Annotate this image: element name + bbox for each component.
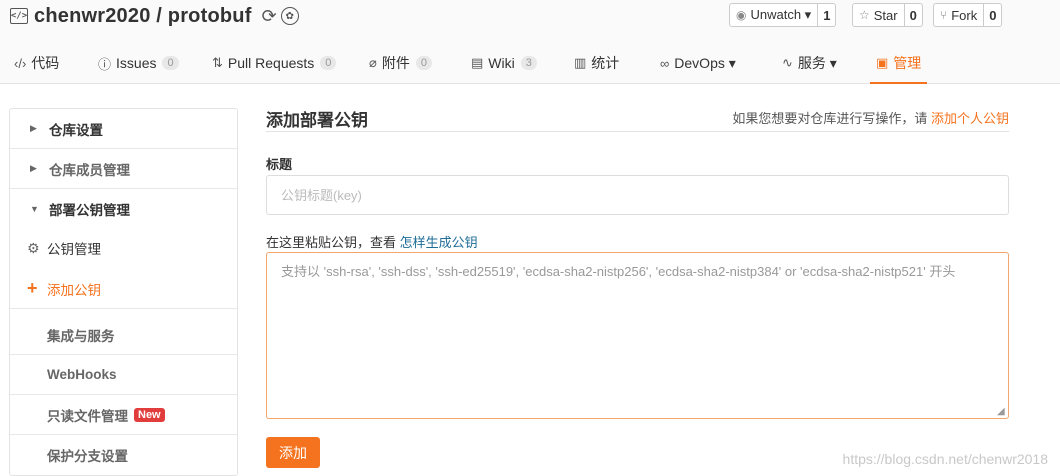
sidebar-item-label: 添加公钥 — [47, 282, 101, 298]
sidebar-item-deploy-keys[interactable]: ▼ 部署公钥管理 — [10, 189, 237, 229]
watch-group: ◉ Unwatch ▾ 1 — [729, 3, 837, 27]
tab-count: 3 — [520, 56, 537, 70]
tab-label: DevOps ▾ — [674, 54, 736, 71]
sidebar-item-label: 仓库设置 — [49, 122, 103, 138]
fork-label: Fork — [951, 7, 978, 23]
tab-attachments[interactable]: ⌀ 附件 0 — [369, 42, 432, 84]
sidebar-item-key-management[interactable]: ⚙ 公钥管理 — [10, 228, 237, 268]
fork-button[interactable]: ⑂ Fork — [933, 3, 985, 27]
caret-right-icon: ▶ — [30, 123, 37, 133]
watch-count[interactable]: 1 — [818, 3, 837, 27]
tab-services[interactable]: ∿ 服务 ▾ — [782, 42, 837, 84]
add-key-button[interactable]: 添加 — [266, 437, 320, 468]
tab-issues[interactable]: ⓘ Issues 0 — [98, 42, 179, 84]
caret-right-icon: ▶ — [30, 163, 37, 173]
how-to-generate-key-link[interactable]: 怎样生成公钥 — [400, 235, 478, 250]
star-icon: ☆ — [859, 8, 870, 22]
sidebar-item-label: 部署公钥管理 — [49, 203, 130, 218]
active-tab-underline — [870, 82, 928, 84]
key-title-input[interactable] — [266, 175, 1009, 215]
sidebar-item-label: 集成与服务 — [47, 328, 115, 344]
issue-icon: ⓘ — [98, 56, 112, 72]
repo-header: </> chenwr2020 / protobuf ⟳ ✿ ◉ Unwatch ▾… — [0, 0, 1060, 84]
personal-key-hint: 如果您想要对仓库进行写操作，请 添加个人公钥 — [732, 108, 1009, 127]
fork-icon: ⑂ — [940, 8, 948, 22]
page-title: 添加部署公钥 — [266, 111, 368, 130]
admin-icon: ▣ — [876, 55, 889, 70]
add-personal-key-link[interactable]: 添加个人公钥 — [931, 111, 1009, 126]
sidebar-item-integrations[interactable]: 集成与服务 — [10, 315, 237, 355]
sidebar-item-label: 只读文件管理 — [47, 408, 128, 424]
repo-title: </> chenwr2020 / protobuf ⟳ ✿ — [10, 3, 299, 29]
fork-count[interactable]: 0 — [984, 3, 1003, 27]
sidebar-item-repo-members[interactable]: ▶ 仓库成员管理 — [10, 149, 237, 189]
tab-label: 统计 — [591, 55, 620, 71]
tab-count: 0 — [162, 56, 179, 70]
stats-icon: ▥ — [574, 55, 587, 70]
star-label: Star — [873, 7, 898, 23]
wiki-icon: ▤ — [471, 55, 484, 70]
tab-admin[interactable]: ▣ 管理 — [870, 42, 928, 84]
repo-code-icon: </> — [10, 8, 28, 24]
tab-wiki[interactable]: ▤ Wiki 3 — [471, 42, 537, 84]
unwatch-label: Unwatch ▾ — [750, 7, 812, 22]
sidebar-item-webhooks[interactable]: WebHooks — [10, 355, 237, 395]
settings-sidebar: ▶ 仓库设置 ▶ 仓库成员管理 ▼ 部署公钥管理 ⚙ 公钥管理 + 添加公钥 集成与服务 … — [9, 108, 238, 476]
tab-label: Wiki — [488, 55, 515, 71]
star-button[interactable]: ☆ Star — [852, 3, 905, 27]
unwatch-button[interactable]: ◉ Unwatch ▾ — [729, 3, 819, 27]
sidebar-item-readonly-files[interactable]: 只读文件管理 New — [10, 395, 237, 435]
tab-label: 服务 ▾ — [797, 55, 837, 71]
sidebar-item-label: 公钥管理 — [47, 242, 101, 257]
sidebar-item-label: WebHooks — [47, 367, 117, 382]
hint-text: 如果您想要对仓库进行写操作，请 — [732, 111, 928, 126]
tab-label: Pull Requests — [227, 55, 315, 71]
tab-count: 0 — [415, 56, 432, 70]
tab-pull-requests[interactable]: ⇅ Pull Requests 0 — [212, 42, 337, 84]
plus-icon: + — [27, 278, 38, 298]
tab-label: 管理 — [893, 55, 922, 71]
page-header: 添加部署公钥 如果您想要对仓库进行写操作，请 添加个人公钥 — [266, 100, 1009, 132]
watermark: https://blog.csdn.net/chenwr2018 — [842, 451, 1048, 467]
paperclip-icon: ⌀ — [369, 55, 377, 70]
sidebar-item-label-wrap: 只读文件管理 New — [47, 405, 165, 425]
sidebar-item-label: 仓库成员管理 — [49, 162, 130, 178]
pulse-icon: ∿ — [782, 55, 793, 70]
star-count[interactable]: 0 — [904, 3, 923, 27]
repo-name[interactable]: chenwr2020 / protobuf — [34, 5, 252, 28]
tab-stats[interactable]: ▥ 统计 — [574, 42, 619, 84]
fork-group: ⑂ Fork 0 — [933, 3, 1003, 27]
sync-icon[interactable]: ⟳ — [262, 6, 277, 27]
caret-down-icon: ▼ — [30, 204, 39, 214]
tab-count: 0 — [320, 56, 337, 70]
sidebar-item-branch-protection[interactable]: 保护分支设置 — [10, 435, 237, 475]
certified-icon: ✿ — [280, 7, 299, 25]
key-hint-text: 在这里粘贴公钥，查看 — [266, 235, 397, 250]
tab-devops[interactable]: ∞ DevOps ▾ — [660, 42, 736, 84]
new-badge: New — [134, 407, 165, 422]
infinity-icon: ∞ — [660, 55, 670, 71]
tab-code[interactable]: ‹/› 代码 — [14, 42, 59, 84]
tab-label: 代码 — [31, 55, 60, 71]
tab-label: 附件 — [381, 55, 410, 71]
pull-request-icon: ⇅ — [212, 55, 223, 70]
gear-icon: ⚙ — [27, 239, 40, 256]
tab-label: Issues — [116, 55, 157, 71]
key-hint: 在这里粘贴公钥，查看 怎样生成公钥 — [266, 232, 478, 251]
title-label: 标题 — [266, 157, 293, 172]
sidebar-item-add-key[interactable]: + 添加公钥 — [10, 269, 237, 309]
public-key-textarea[interactable] — [266, 252, 1009, 419]
code-icon: ‹/› — [14, 55, 27, 71]
sidebar-item-repo-settings[interactable]: ▶ 仓库设置 — [10, 109, 237, 149]
resize-handle-icon[interactable]: ◢ — [997, 407, 1007, 417]
sidebar-item-label: 保护分支设置 — [47, 449, 128, 464]
eye-icon: ◉ — [736, 8, 747, 22]
star-group: ☆ Star 0 — [852, 3, 923, 27]
